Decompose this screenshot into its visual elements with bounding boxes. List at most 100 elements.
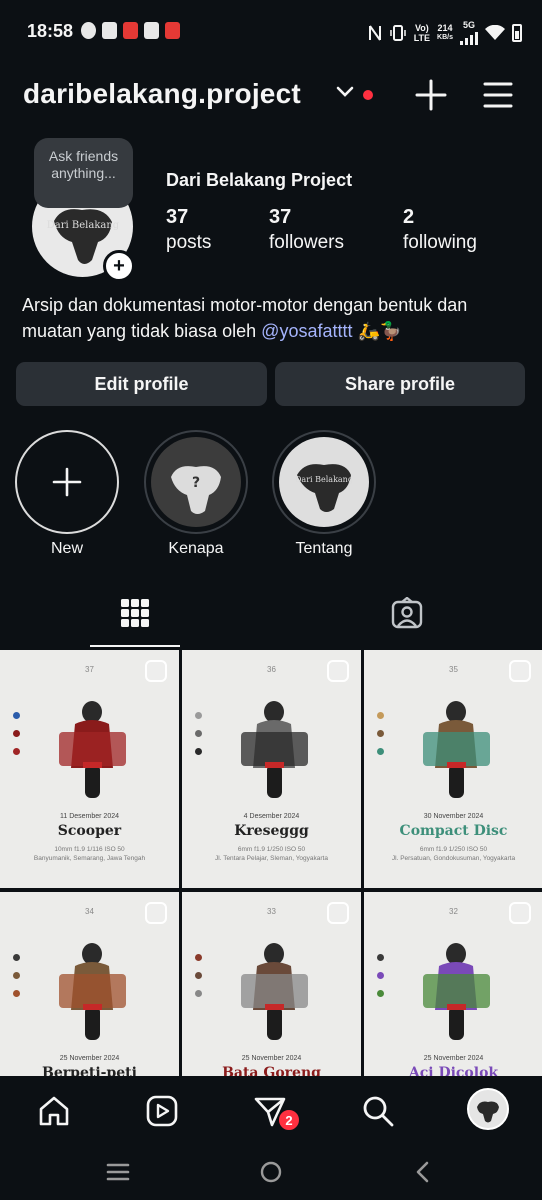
highlight-label: Tentang <box>295 540 353 557</box>
home-circle-icon[interactable] <box>259 1160 283 1184</box>
post-location: Jl. Tentara Pelajar, Sleman, Yogyakarta <box>215 855 328 862</box>
post-title: Berpeti-peti <box>42 1065 137 1076</box>
nav-profile[interactable] <box>467 1088 509 1130</box>
signal-icon <box>460 30 478 45</box>
bottom-navigation <box>0 1076 542 1146</box>
post-date: 4 Desember 2024 <box>243 813 300 820</box>
highlight-label: Kenapa <box>168 540 224 557</box>
lte-bottom: LTE <box>413 32 431 43</box>
grid-post[interactable]: 36 4 Desember 2024 Kreseggg 6mm f1.9 1/250 … <box>182 650 361 888</box>
palette-swatch <box>195 730 202 737</box>
notification-icons <box>81 22 180 39</box>
telkomsel-icon <box>165 22 180 39</box>
back-icon[interactable] <box>414 1160 430 1184</box>
profile-tabs <box>0 578 542 648</box>
book-icon <box>144 22 159 39</box>
highlight-tentang-cover: Dari Belakang <box>279 437 369 527</box>
stat-following[interactable]: 2 following <box>403 205 477 257</box>
network-type: 5G <box>462 20 475 30</box>
palette-swatch <box>195 712 202 719</box>
multi-select-checkbox[interactable] <box>509 660 531 682</box>
highlight-kenapa[interactable]: ? Kenapa <box>143 430 249 558</box>
post-camera-spec: 6mm f1.9 1/250 ISO 50 <box>237 846 306 853</box>
tab-posts-grid[interactable] <box>90 578 180 648</box>
menu-icon[interactable] <box>482 80 514 110</box>
nav-reels[interactable] <box>142 1091 182 1131</box>
post-location: Jl. Persatuan, Gondokusuman, Yogyakarta <box>391 855 516 862</box>
color-palette <box>195 712 202 755</box>
post-title: Aci Dicolok <box>408 1065 499 1076</box>
post-camera-spec: 6mm f1.9 1/250 ISO 50 <box>419 846 488 853</box>
nav-search[interactable] <box>358 1091 398 1131</box>
posts-grid: 37 11 Desember 2024 Scooper 10mm f1.9 1/116… <box>0 650 542 1076</box>
status-bar: 18:58 Vo) LTE 214 KB/s 5G <box>0 0 542 64</box>
stat-posts[interactable]: 37 posts <box>166 205 211 257</box>
note-bubble[interactable]: Ask friends anything... <box>34 138 133 208</box>
post-title: Scooper <box>57 823 122 839</box>
lte-top: Vo) <box>414 22 429 33</box>
highlight-new[interactable]: New <box>14 430 120 558</box>
palette-swatch <box>195 748 202 755</box>
username[interactable]: daribelakang.project <box>23 78 301 110</box>
multi-select-checkbox[interactable] <box>145 660 167 682</box>
palette-swatch <box>377 748 384 755</box>
share-profile-button[interactable]: Share profile <box>275 362 525 406</box>
palette-swatch <box>13 954 20 961</box>
motorcycle-photo <box>59 943 126 1040</box>
battery-saver-icon <box>102 22 117 39</box>
multi-select-checkbox[interactable] <box>327 660 349 682</box>
palette-swatch <box>195 990 202 997</box>
speed-value: 214 <box>437 22 453 33</box>
whatsapp-icon <box>81 22 96 39</box>
tab-tagged[interactable] <box>362 578 452 648</box>
palette-swatch <box>13 730 20 737</box>
grid-post[interactable]: 37 11 Desember 2024 Scooper 10mm f1.9 1/116… <box>0 650 179 888</box>
lte-indicator: Vo) LTE <box>414 23 430 43</box>
active-tab-indicator <box>90 645 180 647</box>
network-speed: 214 KB/s <box>437 23 453 43</box>
recent-apps-icon[interactable] <box>106 1162 130 1182</box>
wifi-icon <box>485 24 505 40</box>
grid-post[interactable]: 33 25 November 2024 Bata Goreng <box>182 892 361 1076</box>
color-palette <box>13 712 20 755</box>
highlight-label: New <box>50 540 83 557</box>
multi-select-checkbox[interactable] <box>509 902 531 924</box>
palette-swatch <box>377 972 384 979</box>
system-navigation <box>0 1146 542 1200</box>
highlight-tentang[interactable]: Dari Belakang Tentang <box>271 430 377 558</box>
bio-mention-link[interactable]: @yosafatttt <box>261 321 352 341</box>
bio-emoji: 🛵🦆 <box>352 321 403 341</box>
plus-icon <box>52 467 82 497</box>
palette-swatch <box>195 972 202 979</box>
profile-icon <box>477 1101 499 1123</box>
grid-post[interactable]: 35 30 November 2024 Compact Disc 6mm f1.9 1… <box>364 650 542 888</box>
question-icon: ? <box>171 466 221 514</box>
nfc-icon <box>368 24 381 41</box>
add-story-icon[interactable]: + <box>103 250 135 282</box>
logo-text: Dari Belakang <box>295 475 353 484</box>
status-time: 18:58 <box>27 21 74 41</box>
color-palette <box>377 712 384 755</box>
profile-header: daribelakang.project <box>0 72 542 120</box>
multi-select-checkbox[interactable] <box>145 902 167 924</box>
palette-swatch <box>13 712 20 719</box>
post-title: Bata Goreng <box>222 1065 321 1076</box>
vibrate-icon <box>389 24 406 41</box>
nav-home[interactable] <box>34 1091 74 1131</box>
avatar-text: Dari Belakang <box>47 220 120 231</box>
post-date: 11 Desember 2024 <box>59 813 120 820</box>
stat-posts-count: 37 <box>166 206 189 228</box>
multi-select-checkbox[interactable] <box>327 902 349 924</box>
stat-followers-label: followers <box>269 232 344 253</box>
grid-post[interactable]: 34 25 November 2024 Berpeti-peti <box>0 892 179 1076</box>
stat-posts-label: posts <box>166 232 212 253</box>
stat-followers[interactable]: 37 followers <box>269 205 344 257</box>
reels-icon <box>146 1095 178 1127</box>
post-title: Kreseggg <box>234 823 309 839</box>
color-palette <box>377 954 384 997</box>
chevron-down-icon[interactable] <box>336 86 354 98</box>
plus-icon[interactable] <box>414 78 448 112</box>
grid-post[interactable]: 32 25 November 2024 Aci Dicolok <box>364 892 542 1076</box>
edit-profile-button[interactable]: Edit profile <box>16 362 267 406</box>
grid-icon <box>121 599 149 627</box>
